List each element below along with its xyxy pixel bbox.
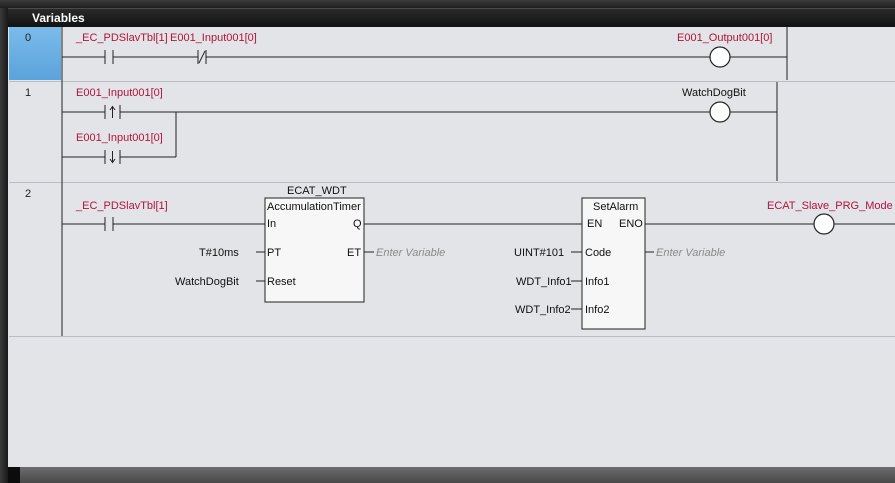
pin-reset: Reset <box>267 276 296 288</box>
pin-eno: ENO <box>619 218 643 230</box>
contact-no[interactable] <box>104 217 114 231</box>
coil-variable[interactable]: ECAT_Slave_PRG_Mode <box>767 200 893 212</box>
contact-variable[interactable]: _EC_PDSlavTbl[1] <box>75 32 168 44</box>
info1-input-variable[interactable]: WDT_Info1 <box>516 276 572 288</box>
rung-1[interactable]: E001_Input001[0] E001_Input001[0] WatchD… <box>62 82 778 181</box>
coil[interactable] <box>813 213 835 235</box>
code-output-placeholder[interactable]: Enter Variable <box>656 247 725 259</box>
pin-pt: PT <box>267 247 281 259</box>
rung-2[interactable]: _EC_PDSlavTbl[1] ECAT_WDT AccumulationTi… <box>62 185 895 330</box>
coil[interactable] <box>709 46 731 68</box>
accumulation-timer-block[interactable]: ECAT_WDT AccumulationTimer In Q PT ET Re… <box>264 185 365 303</box>
contact-variable[interactable]: E001_Input001[0] <box>170 32 257 44</box>
set-alarm-block[interactable]: SetAlarm EN ENO Code Info1 Info2 <box>581 197 646 330</box>
pt-input-variable[interactable]: T#10ms <box>199 247 239 259</box>
contact-rising-edge[interactable] <box>104 105 121 119</box>
reset-input-variable[interactable]: WatchDogBit <box>175 276 239 288</box>
alarm-block-type: SetAlarm <box>593 201 638 213</box>
pin-q: Q <box>353 218 362 230</box>
coil-variable[interactable]: E001_Output001[0] <box>677 32 772 44</box>
coil[interactable] <box>709 101 731 123</box>
timer-instance-name[interactable]: ECAT_WDT <box>287 185 347 197</box>
pin-code: Code <box>585 247 611 259</box>
horizontal-scrollbar[interactable] <box>8 467 895 483</box>
pin-et: ET <box>347 247 361 259</box>
contact-variable[interactable]: _EC_PDSlavTbl[1] <box>75 200 168 212</box>
pin-info2: Info2 <box>585 304 609 316</box>
contact-falling-edge[interactable] <box>104 150 121 164</box>
pin-in: In <box>267 218 276 230</box>
et-output-placeholder[interactable]: Enter Variable <box>376 247 445 259</box>
contact-no[interactable] <box>104 50 114 64</box>
timer-type: AccumulationTimer <box>267 201 361 213</box>
contact-nc[interactable] <box>197 50 207 64</box>
contact-variable[interactable]: E001_Input001[0] <box>76 132 163 144</box>
coil-variable[interactable]: WatchDogBit <box>682 87 746 99</box>
pin-info1: Info1 <box>585 276 609 288</box>
code-input-variable[interactable]: UINT#101 <box>514 247 564 259</box>
scrollbar-corner <box>8 467 20 483</box>
ladder-diagram: _EC_PDSlavTbl[1] E001_Input001[0] E001_O… <box>61 27 895 336</box>
info2-input-variable[interactable]: WDT_Info2 <box>515 304 571 316</box>
rung-0[interactable]: _EC_PDSlavTbl[1] E001_Input001[0] E001_O… <box>62 27 788 80</box>
pin-en: EN <box>587 218 602 230</box>
contact-variable[interactable]: E001_Input001[0] <box>76 87 163 99</box>
